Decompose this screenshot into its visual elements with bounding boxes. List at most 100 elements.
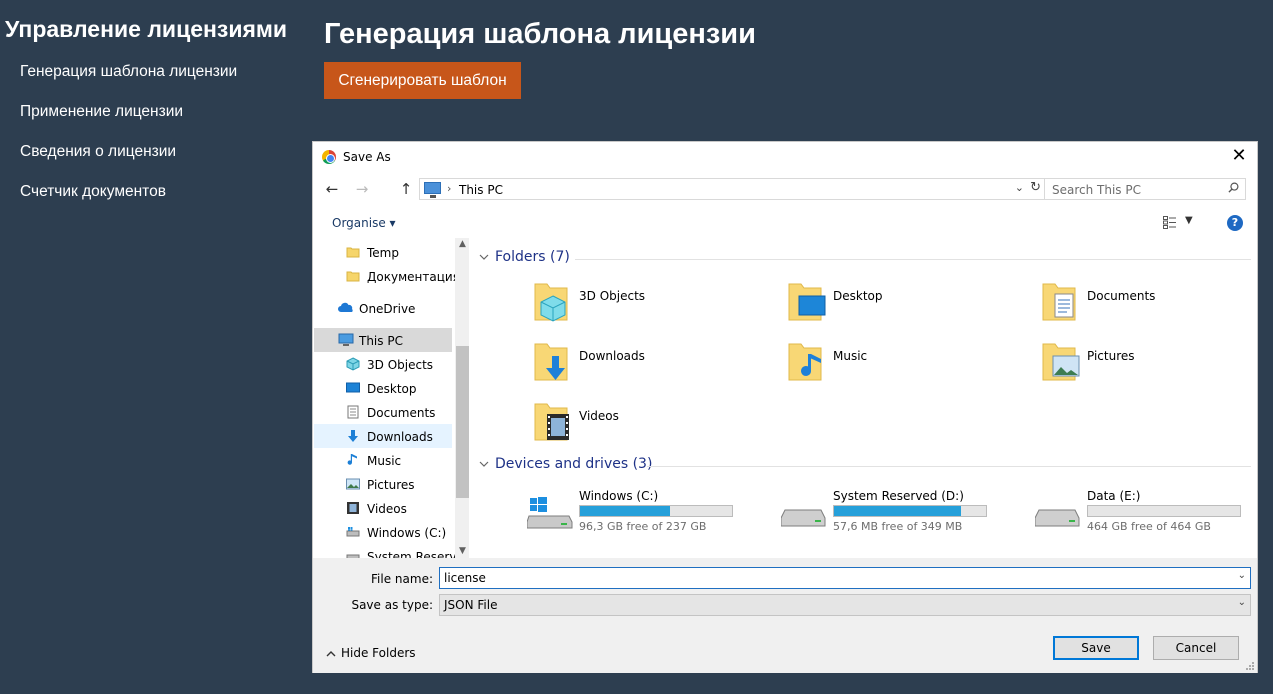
tree-item-documents[interactable]: Documents: [314, 400, 452, 424]
cube-icon: [534, 283, 568, 322]
view-options-icon[interactable]: [1163, 216, 1177, 229]
music-icon: [788, 343, 822, 381]
search-icon: [1228, 182, 1239, 193]
forward-arrow-icon[interactable]: →: [353, 180, 371, 198]
close-icon[interactable]: ✕: [1229, 145, 1249, 166]
cube-icon: [346, 357, 360, 371]
music-icon: [347, 454, 357, 465]
nav-item-generate-template[interactable]: Генерация шаблона лицензии: [20, 62, 237, 102]
dialog-bottom-panel: File name: license ⌄ Save as type: JSON …: [313, 558, 1257, 673]
download-icon: [534, 343, 568, 381]
hide-folders-toggle[interactable]: Hide Folders: [326, 646, 416, 660]
page-title: Генерация шаблона лицензии: [324, 18, 756, 50]
save-type-value: JSON File: [444, 598, 498, 612]
scroll-down-icon[interactable]: ▼: [455, 546, 469, 556]
tree-item-videos[interactable]: Videos: [314, 496, 452, 520]
address-row: ← → ↑ › This PC ⌄ ↻ Search This PC: [313, 178, 1257, 202]
scrollbar-thumb[interactable]: [456, 346, 469, 498]
tree-item-system-reserved[interactable]: System Reserved: [314, 544, 469, 558]
folder-icon: [346, 271, 360, 282]
pc-icon: [338, 333, 354, 346]
chevron-down-icon: [479, 461, 489, 467]
pictures-icon: [1042, 343, 1080, 381]
app-title: Управление лицензиями: [5, 16, 288, 42]
hdd-icon: [1035, 509, 1080, 527]
save-type-select[interactable]: JSON File ⌄: [439, 594, 1251, 616]
folder-videos[interactable]: Videos: [533, 400, 773, 452]
search-placeholder: Search This PC: [1052, 183, 1141, 197]
tree-item-temp[interactable]: Temp: [314, 240, 452, 264]
help-icon[interactable]: ?: [1227, 215, 1243, 231]
chevron-down-icon[interactable]: ⌄: [1015, 181, 1024, 194]
desktop-icon: [788, 283, 826, 321]
resize-grip-icon[interactable]: [1245, 661, 1255, 671]
content-pane: Folders (7) 3D Objects Desktop Documents…: [471, 238, 1257, 558]
tree-item-downloads[interactable]: Downloads: [314, 424, 452, 448]
save-as-dialog: Save As ✕ ← → ↑ › This PC ⌄ ↻ Search Thi…: [312, 141, 1258, 673]
chevron-down-icon[interactable]: ⌄: [1238, 597, 1246, 608]
group-divider: [575, 259, 1251, 260]
tree-item-this-pc[interactable]: This PC: [314, 328, 452, 352]
video-icon: [347, 502, 359, 514]
nav-item-apply-license[interactable]: Применение лицензии: [20, 102, 237, 142]
drive-icon: [346, 554, 360, 558]
drive-usage-bar: [833, 505, 987, 517]
view-dropdown-icon[interactable]: ▼: [1185, 215, 1193, 226]
cancel-button[interactable]: Cancel: [1153, 636, 1239, 660]
app-sidebar-nav: Генерация шаблона лицензии Применение ли…: [20, 62, 237, 222]
refresh-icon[interactable]: ↻: [1030, 180, 1041, 195]
file-name-label: File name:: [371, 572, 433, 586]
tree-item-3d-objects[interactable]: 3D Objects: [314, 352, 452, 376]
folder-downloads[interactable]: Downloads: [533, 340, 773, 392]
save-button[interactable]: Save: [1053, 636, 1139, 660]
desktop-icon: [346, 382, 360, 393]
drive-windows-c[interactable]: Windows (C:) 96,3 GB free of 237 GB: [527, 486, 767, 534]
hdd-icon: [781, 509, 826, 527]
tree-item-windows-c[interactable]: Windows (C:): [314, 520, 452, 544]
drive-usage-fill: [580, 506, 670, 516]
chevron-right-icon: ›: [447, 182, 452, 195]
up-arrow-icon[interactable]: ↑: [397, 180, 415, 198]
drive-usage-bar: [579, 505, 733, 517]
tree-item-pictures[interactable]: Pictures: [314, 472, 452, 496]
search-input[interactable]: Search This PC: [1044, 178, 1246, 200]
document-icon: [347, 405, 359, 419]
drive-icon: [346, 527, 360, 537]
drive-system-reserved-d[interactable]: System Reserved (D:) 57,6 MB free of 349…: [781, 486, 1021, 534]
navigation-scrollbar[interactable]: ▲ ▼: [455, 238, 469, 558]
nav-item-document-counter[interactable]: Счетчик документов: [20, 182, 237, 222]
chrome-icon: [322, 150, 336, 164]
dialog-toolbar: Organise ▾ ▼ ?: [313, 210, 1257, 236]
dialog-titlebar[interactable]: Save As ✕: [313, 142, 1257, 172]
address-bar[interactable]: › This PC ⌄ ↻: [419, 178, 1045, 200]
chevron-down-icon[interactable]: ⌄: [1238, 570, 1246, 581]
generate-template-button[interactable]: Сгенерировать шаблон: [324, 62, 521, 99]
tree-item-desktop[interactable]: Desktop: [314, 376, 452, 400]
folder-desktop[interactable]: Desktop: [787, 280, 1027, 332]
folder-documents[interactable]: Documents: [1041, 280, 1257, 332]
dialog-title: Save As: [343, 150, 391, 164]
save-type-label: Save as type:: [351, 598, 433, 612]
document-icon: [1042, 283, 1076, 321]
tree-item-documentation[interactable]: Документация: [314, 264, 460, 288]
chevron-down-icon: [479, 254, 489, 260]
video-icon: [534, 403, 569, 441]
folder-music[interactable]: Music: [787, 340, 1027, 392]
group-divider: [647, 466, 1251, 467]
download-icon: [348, 430, 358, 442]
windows-drive-icon: [527, 497, 573, 529]
file-name-input[interactable]: license ⌄: [439, 567, 1251, 589]
tree-item-onedrive[interactable]: OneDrive: [314, 296, 452, 320]
address-text: This PC: [459, 183, 503, 197]
scroll-up-icon[interactable]: ▲: [455, 239, 469, 249]
onedrive-icon: [338, 302, 353, 312]
chevron-up-icon: [326, 650, 336, 656]
folder-pictures[interactable]: Pictures: [1041, 340, 1257, 392]
nav-item-license-info[interactable]: Сведения о лицензии: [20, 142, 237, 182]
folder-3d-objects[interactable]: 3D Objects: [533, 280, 773, 332]
organise-menu-button[interactable]: Organise ▾: [332, 216, 396, 230]
drive-data-e[interactable]: Data (E:) 464 GB free of 464 GB: [1035, 486, 1257, 534]
file-name-value: license: [444, 571, 486, 585]
back-arrow-icon[interactable]: ←: [323, 180, 341, 198]
tree-item-music[interactable]: Music: [314, 448, 452, 472]
